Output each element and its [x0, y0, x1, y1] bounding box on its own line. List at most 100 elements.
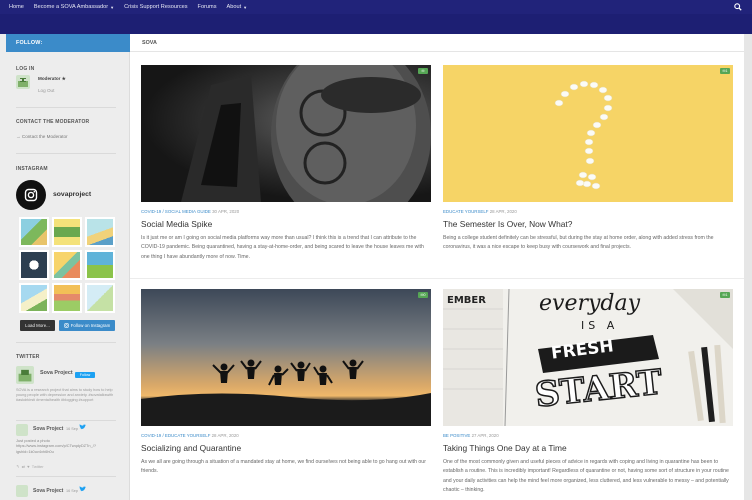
instagram-post[interactable] [19, 217, 49, 247]
post-excerpt: Is it just me or am I going on social me… [141, 235, 424, 260]
instagram-post[interactable] [85, 217, 115, 247]
post-categories[interactable]: COVID-19 / EDUCATE YOURSELF [141, 433, 210, 438]
post-date: 27 APR, 2020 [471, 433, 499, 438]
instagram-icon [24, 188, 38, 202]
twitter-title: TWITTER [16, 354, 40, 360]
twitter-bird-icon [79, 424, 86, 430]
breadcrumb: SOVA [130, 34, 744, 52]
post-date: 30 APR, 2020 [212, 209, 240, 214]
header-band [0, 14, 752, 34]
logout-link[interactable]: Log Out [38, 88, 54, 93]
tweet-author[interactable]: Sova Project [33, 426, 63, 432]
post-meta: COVID-19 / EDUCATE YOURSELF 28 APR, 2020 [141, 433, 239, 438]
post-title[interactable]: Taking Things One Day at a Time [443, 443, 567, 453]
instagram-handle[interactable]: sovaproject [53, 191, 91, 198]
nav-about[interactable]: About ▼ [222, 4, 253, 10]
sidebar: FOLLOW: LOG IN Moderator ★ Log Out CONTA… [0, 34, 130, 500]
login-title: LOG IN [16, 66, 35, 72]
nav-ambassador-label: Become a SOVA Ambassador [33, 4, 109, 10]
row-divider [130, 278, 744, 279]
instagram-post[interactable] [52, 283, 82, 313]
follow-instagram-button[interactable]: Follow on Instagram [59, 320, 115, 331]
instagram-post[interactable] [19, 250, 49, 280]
instagram-post[interactable] [52, 250, 82, 280]
chevron-down-icon: ▼ [243, 4, 248, 10]
pills-question-mark-image [554, 80, 613, 190]
tweet-author[interactable]: Sova Project [33, 488, 63, 494]
twitter-account-name[interactable]: Sova Project [40, 370, 73, 376]
post-categories[interactable]: COVID-19 / SOCIAL MEDIA GUIDE [141, 209, 211, 214]
post-meta: EDUCATE YOURSELF 28 APR, 2020 [443, 209, 517, 214]
nav-crisis-label: Crisis Support Resources [124, 4, 188, 10]
post-excerpt: As we all are going through a situation … [141, 459, 426, 475]
nav-crisis-support[interactable]: Crisis Support Resources [119, 4, 192, 10]
divider [16, 153, 116, 154]
twitter-avatar[interactable] [16, 366, 34, 384]
post-categories[interactable]: EDUCATE YOURSELF [443, 209, 488, 214]
comment-count-badge[interactable]: ✉ 0 [418, 292, 428, 298]
nav-become-ambassador[interactable]: Become a SOVA Ambassador ▼ [29, 4, 119, 10]
retweet-icon[interactable]: ⇄ [22, 464, 25, 469]
post-image[interactable] [141, 289, 431, 426]
post-categories[interactable]: BE POSITIVE [443, 433, 470, 438]
like-icon[interactable]: ♥ [27, 464, 29, 469]
notebook-text-is-a: IS A [581, 319, 619, 332]
post-image[interactable] [443, 65, 733, 202]
divider [16, 420, 116, 421]
tweet-age: 16 Sep [66, 427, 79, 431]
comment-count-badge[interactable]: ✉ 1 [720, 292, 730, 298]
follow-instagram-label: Follow on Instagram [70, 323, 111, 328]
instagram-post[interactable] [52, 217, 82, 247]
instagram-post[interactable] [85, 250, 115, 280]
twitter-link[interactable]: Twitter [32, 464, 44, 469]
login-user: Moderator ★ [38, 76, 66, 81]
post-image[interactable]: EMBER everyday IS A FRESH START [443, 289, 733, 426]
post-title[interactable]: The Semester Is Over, Now What? [443, 219, 572, 229]
comment-count: 0 [423, 293, 426, 297]
avatar [16, 75, 30, 89]
twitter-bird-icon [79, 486, 86, 492]
instagram-title: INSTAGRAM [16, 166, 48, 172]
person-with-glasses-image [181, 65, 431, 202]
page-gutter [744, 34, 752, 500]
comment-count-badge[interactable]: ✉ 1 [720, 68, 730, 74]
follow-bar: FOLLOW: [6, 34, 130, 52]
comment-count: 1 [725, 293, 728, 297]
twitter-follow-button[interactable]: Follow [75, 372, 95, 378]
divider [16, 107, 116, 108]
instagram-post[interactable] [19, 283, 49, 313]
post-excerpt: Being a college student definitely can b… [443, 235, 714, 251]
divider [16, 476, 116, 477]
contact-moderator-link[interactable]: → Contact the Moderator [16, 134, 68, 139]
people-jumping-sunset-image [141, 359, 431, 426]
twitter-bio: SOVA is a research project that aims to … [16, 388, 114, 403]
post-image[interactable] [141, 65, 431, 202]
nav-about-label: About [226, 4, 242, 10]
post-meta: BE POSITIVE 27 APR, 2020 [443, 433, 499, 438]
tweet-actions: ↰ ⇄ ♥ Twitter [16, 464, 44, 469]
post-date: 28 APR, 2020 [211, 433, 239, 438]
load-more-button[interactable]: Load More... [20, 320, 55, 331]
top-navigation: Home Become a SOVA Ambassador ▼ Crisis Su… [0, 0, 752, 14]
chevron-down-icon: ▼ [110, 4, 115, 10]
comment-icon: ✉ [421, 69, 425, 73]
notebook-text-ember: EMBER [447, 295, 486, 306]
nav-home-label: Home [9, 4, 24, 10]
tweet-avatar [16, 485, 28, 497]
tweet-age: 16 Sep [66, 489, 79, 493]
nav-home[interactable]: Home [4, 4, 29, 10]
instagram-logo[interactable] [16, 180, 46, 210]
tweet-text: Just posted a photo https://www.instagra… [16, 438, 97, 454]
comment-count: 1 [725, 69, 728, 73]
reply-icon[interactable]: ↰ [16, 464, 19, 469]
instagram-feed [19, 217, 117, 313]
instagram-post[interactable] [85, 283, 115, 313]
divider [16, 342, 116, 343]
post-title[interactable]: Socializing and Quarantine [141, 443, 241, 453]
comment-count-badge[interactable]: ✉ [418, 68, 428, 74]
post-meta: COVID-19 / SOCIAL MEDIA GUIDE 30 APR, 20… [141, 209, 239, 214]
nav-forums-label: Forums [197, 4, 217, 10]
nav-forums[interactable]: Forums [193, 4, 222, 10]
search-icon[interactable] [734, 3, 742, 11]
post-title[interactable]: Social Media Spike [141, 219, 212, 229]
